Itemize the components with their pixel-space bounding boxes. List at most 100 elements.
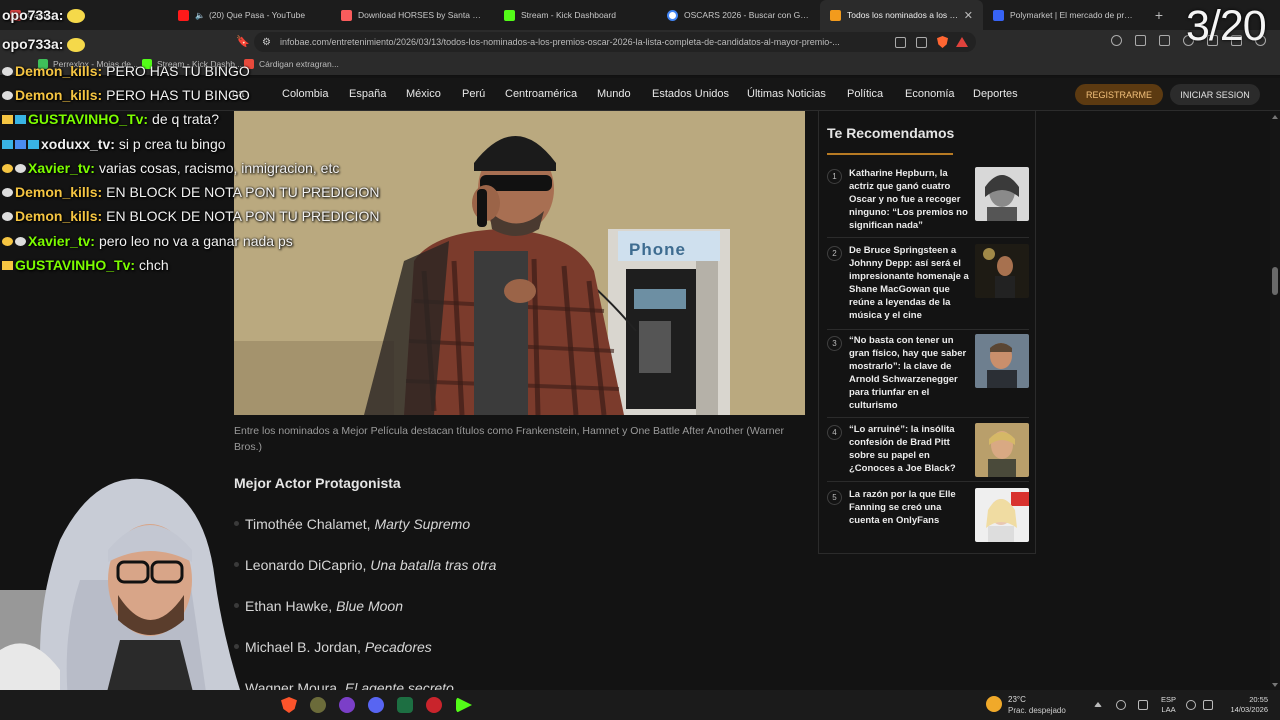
screenshot-icon[interactable] — [1159, 35, 1170, 46]
recommendation-thumbnail[interactable] — [975, 488, 1029, 542]
chat-username: opo733a: — [2, 7, 64, 23]
gem-icon — [28, 139, 39, 149]
share-icon[interactable] — [916, 36, 927, 48]
chat-username: opo733a: — [2, 36, 64, 52]
chat-message: Xavier_tv: varias cosas, racismo, inmigra… — [2, 160, 339, 176]
recommendation-thumbnail[interactable] — [975, 244, 1029, 298]
discord-icon[interactable] — [368, 697, 384, 713]
scroll-up-icon[interactable] — [1272, 115, 1278, 119]
recommendation-headline[interactable]: “Lo arruiné”: la insólita confesión de B… — [849, 423, 973, 475]
nav-link-peru[interactable]: Perú — [462, 88, 485, 100]
brave-icon[interactable] — [281, 697, 297, 713]
vpn-icon[interactable] — [1111, 35, 1122, 46]
scroll-down-icon[interactable] — [1272, 683, 1278, 687]
speaker-icon[interactable]: 🔈 — [195, 11, 205, 20]
recommendation-thumbnail[interactable] — [975, 167, 1029, 221]
recommendation-item[interactable]: 4 “Lo arruiné”: la insólita confesión de… — [827, 423, 1029, 483]
nav-link-espana[interactable]: España — [349, 88, 386, 100]
reader-mode-icon[interactable] — [895, 36, 906, 48]
scroll-thumb[interactable] — [1272, 267, 1278, 295]
weather-icon[interactable] — [986, 696, 1002, 712]
google-icon — [667, 9, 678, 21]
tab-title: OSCARS 2026 - Buscar con Google — [684, 10, 810, 20]
wifi-icon[interactable] — [1186, 700, 1196, 710]
infobae-icon — [830, 9, 841, 21]
microphone-icon[interactable] — [1138, 700, 1148, 710]
chat-message: Demon_kills: PERO HAS TU BINGO — [2, 63, 250, 79]
nominee-film[interactable]: Una batalla tras otra — [370, 557, 496, 573]
nav-link-colombia[interactable]: Colombia — [282, 88, 328, 100]
tab-strip: Game 🔈 (20) Que Pasa - YouTube Download H… — [0, 0, 1280, 30]
clock-time: 20:55 — [1249, 695, 1268, 704]
chat-username: Xavier_tv: — [28, 233, 95, 249]
tab-3[interactable]: Stream - Kick Dashboard — [494, 0, 657, 30]
app-icon[interactable] — [310, 697, 326, 713]
tray-app-icon[interactable] — [1116, 700, 1126, 710]
nav-link-economia[interactable]: Economía — [905, 88, 955, 100]
alert-icon — [2, 163, 13, 173]
url-field[interactable]: ⚙ infobae.com/entretenimiento/2026/03/13… — [254, 32, 976, 52]
extensions-icon[interactable] — [1135, 35, 1146, 46]
recommendation-headline[interactable]: De Bruce Springsteen a Johnny Depp: así … — [849, 244, 973, 322]
recommendation-headline[interactable]: “No basta con tener un gran físico, hay … — [849, 334, 973, 412]
url-text: infobae.com/entretenimiento/2026/03/13/t… — [279, 37, 840, 47]
nav-link-mundo[interactable]: Mundo — [597, 88, 631, 100]
volume-icon[interactable] — [1203, 700, 1213, 710]
app-icon[interactable] — [397, 697, 413, 713]
stage-image — [975, 244, 1029, 298]
recommendation-item[interactable]: 5 La razón por la que Elle Fanning se cr… — [827, 488, 1029, 544]
tab-2[interactable]: Download HORSES by Santa Ragione — [331, 0, 494, 30]
badge-icon — [2, 187, 13, 197]
tab-title: Download HORSES by Santa Ragione — [358, 10, 484, 20]
badge-icon — [2, 211, 13, 221]
obs-icon[interactable] — [426, 697, 442, 713]
sword-icon — [2, 139, 13, 149]
kick-icon[interactable] — [456, 697, 472, 713]
recommendation-headline[interactable]: Katharine Hepburn, la actriz que ganó cu… — [849, 167, 973, 232]
new-tab-button[interactable]: + — [1146, 0, 1172, 30]
nominee-film[interactable]: Pecadores — [365, 639, 432, 655]
brave-rewards-icon[interactable] — [956, 37, 968, 47]
tab-5-active[interactable]: Todos los nominados a los Premios ✕ — [820, 0, 983, 30]
brave-shield-icon[interactable] — [937, 36, 948, 48]
recommendation-thumbnail[interactable] — [975, 423, 1029, 477]
nav-link-ultimas-noticias[interactable]: Últimas Noticias — [747, 88, 826, 100]
nav-link-politica[interactable]: Política — [847, 88, 883, 100]
tray-chevron-icon[interactable] — [1094, 702, 1102, 707]
recommendation-item[interactable]: 3 “No basta con tener un gran físico, ha… — [827, 334, 1029, 414]
divider — [827, 417, 1029, 418]
tab-6[interactable]: Polymarket | El mercado de predicción — [983, 0, 1146, 30]
tab-4[interactable]: OSCARS 2026 - Buscar con Google — [657, 0, 820, 30]
chat-text: de q trata? — [152, 111, 219, 127]
recommendation-thumbnail[interactable] — [975, 334, 1029, 388]
close-tab-icon[interactable]: ✕ — [964, 9, 973, 22]
recommendations-title: Te Recomendamos — [827, 125, 955, 141]
bookmark-icon[interactable]: 🔖 — [236, 35, 250, 48]
chat-username: Demon_kills: — [15, 87, 103, 103]
grid-icon — [15, 139, 26, 149]
register-button[interactable]: REGISTRARME — [1075, 84, 1163, 105]
kick-icon — [504, 9, 515, 21]
webcam-overlay — [0, 470, 255, 720]
recommendation-item[interactable]: 1 Katharine Hepburn, la actriz que ganó … — [827, 167, 1029, 231]
login-button[interactable]: INICIAR SESION — [1170, 84, 1260, 105]
nav-link-estados-unidos[interactable]: Estados Unidos — [652, 88, 729, 100]
app-icon[interactable] — [339, 697, 355, 713]
chat-text: EN BLOCK DE NOTA PON TU PREDICION — [106, 208, 380, 224]
page-scrollbar[interactable] — [1270, 111, 1280, 691]
language-indicator[interactable]: ESP LAA — [1161, 695, 1176, 715]
bookmark-item[interactable]: Cárdigan extragran... — [244, 59, 339, 69]
chat-message: Demon_kills: EN BLOCK DE NOTA PON TU PRED… — [2, 208, 379, 224]
nominee-item: Leonardo DiCaprio, Una batalla tras otra — [234, 557, 496, 573]
recommendation-headline[interactable]: La razón por la que Elle Fanning se creó… — [849, 488, 973, 527]
tab-1[interactable]: 🔈 (20) Que Pasa - YouTube — [168, 0, 331, 30]
nominee-film[interactable]: Marty Supremo — [374, 516, 470, 532]
nominee-film[interactable]: Blue Moon — [336, 598, 403, 614]
site-info-icon[interactable]: ⚙ — [262, 37, 271, 48]
system-clock[interactable]: 20:55 14/03/2026 — [1222, 695, 1268, 715]
rank-number: 4 — [827, 425, 842, 440]
nav-link-deportes[interactable]: Deportes — [973, 88, 1018, 100]
recommendation-item[interactable]: 2 De Bruce Springsteen a Johnny Depp: as… — [827, 244, 1029, 324]
nav-link-centroamerica[interactable]: Centroamérica — [505, 88, 577, 100]
nav-link-mexico[interactable]: México — [406, 88, 441, 100]
